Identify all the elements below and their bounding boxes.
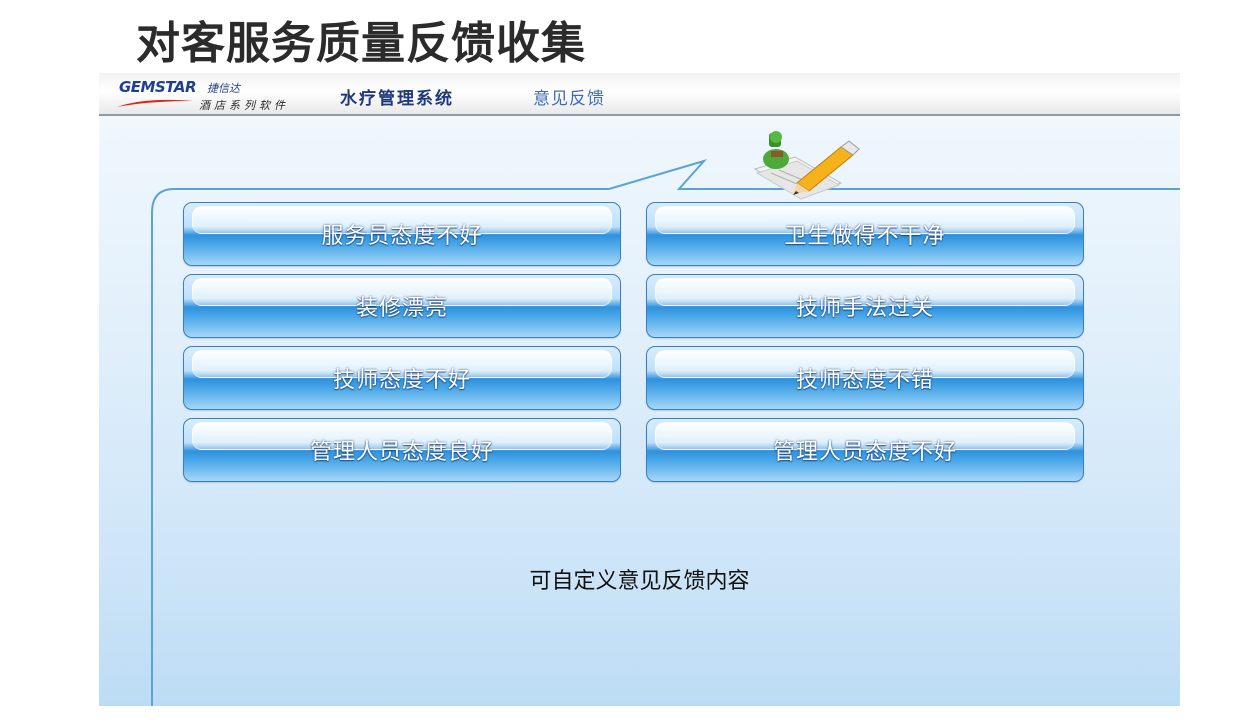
feedback-option-label: 服务员态度不好 xyxy=(321,224,483,249)
feedback-option-label: 卫生做得不干净 xyxy=(784,224,946,249)
feedback-option-label: 管理人员态度不好 xyxy=(772,440,957,465)
feedback-option-label: 技师态度不好 xyxy=(332,368,471,393)
feedback-option-label: 管理人员态度良好 xyxy=(309,440,494,465)
feedback-option-button[interactable]: 管理人员态度不好 xyxy=(646,418,1084,482)
feedback-option-label: 装修漂亮 xyxy=(355,296,448,321)
feedback-option-button[interactable]: 装修漂亮 xyxy=(183,274,621,338)
feedback-option-button[interactable]: 技师态度不错 xyxy=(646,346,1084,410)
app-window: GEMSTAR 捷信达 酒店系列软件 水疗管理系统 意见反馈 服务员态度不好 卫… xyxy=(99,73,1180,706)
feedback-option-label: 技师手法过关 xyxy=(795,296,934,321)
slide-title: 对客服务质量反馈收集 xyxy=(136,18,586,69)
feedback-pencil-icon xyxy=(753,131,860,200)
feedback-option-button[interactable]: 服务员态度不好 xyxy=(183,202,621,266)
custom-feedback-note: 可自定义意见反馈内容 xyxy=(529,569,750,594)
feedback-option-label: 技师态度不错 xyxy=(795,368,934,393)
feedback-option-button[interactable]: 技师手法过关 xyxy=(646,274,1084,338)
feedback-option-button[interactable]: 技师态度不好 xyxy=(183,346,621,410)
feedback-option-button[interactable]: 卫生做得不干净 xyxy=(646,202,1084,266)
feedback-option-button[interactable]: 管理人员态度良好 xyxy=(183,418,621,482)
